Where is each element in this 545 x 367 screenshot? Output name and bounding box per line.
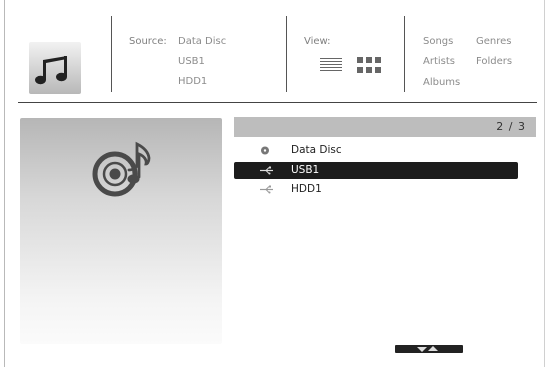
- source-label: Source:: [129, 36, 167, 47]
- preview-panel: [20, 118, 222, 344]
- category-genres[interactable]: Genres: [476, 36, 512, 47]
- scroll-down-icon: [417, 347, 427, 352]
- header-separator-1: [111, 16, 112, 92]
- usb-icon: [260, 166, 273, 175]
- page-indicator: 2 / 3: [496, 120, 526, 133]
- list-item-hdd1[interactable]: HDD1: [234, 181, 518, 198]
- disc-music-icon: [92, 141, 151, 197]
- source-item-usb1[interactable]: USB1: [178, 56, 205, 67]
- scroll-up-icon: [428, 346, 438, 351]
- category-albums[interactable]: Albums: [423, 77, 460, 88]
- category-folders[interactable]: Folders: [476, 56, 512, 67]
- list-item-label: Data Disc: [291, 144, 342, 156]
- header-separator-2: [286, 16, 287, 92]
- header-separator-3: [404, 16, 405, 92]
- disc-icon: [261, 146, 269, 155]
- list-item-data-disc[interactable]: Data Disc: [234, 142, 518, 159]
- list-view-icon[interactable]: [320, 57, 342, 73]
- view-label: View:: [304, 36, 331, 47]
- frame-left-edge: [4, 0, 5, 367]
- list-header: 2 / 3: [234, 117, 536, 137]
- source-item-hdd1[interactable]: HDD1: [178, 76, 207, 87]
- category-songs[interactable]: Songs: [423, 36, 453, 47]
- scroll-arrows-icon[interactable]: [395, 345, 463, 353]
- usb-icon: [260, 185, 273, 194]
- list-item-usb1[interactable]: USB1: [234, 162, 518, 179]
- list-item-label: HDD1: [291, 183, 322, 195]
- list-item-label: USB1: [291, 164, 320, 176]
- grid-view-icon[interactable]: [357, 57, 381, 74]
- category-artists[interactable]: Artists: [423, 56, 455, 67]
- source-item-data-disc[interactable]: Data Disc: [178, 36, 226, 47]
- header-divider: [18, 102, 537, 103]
- music-notes-icon: [29, 42, 81, 94]
